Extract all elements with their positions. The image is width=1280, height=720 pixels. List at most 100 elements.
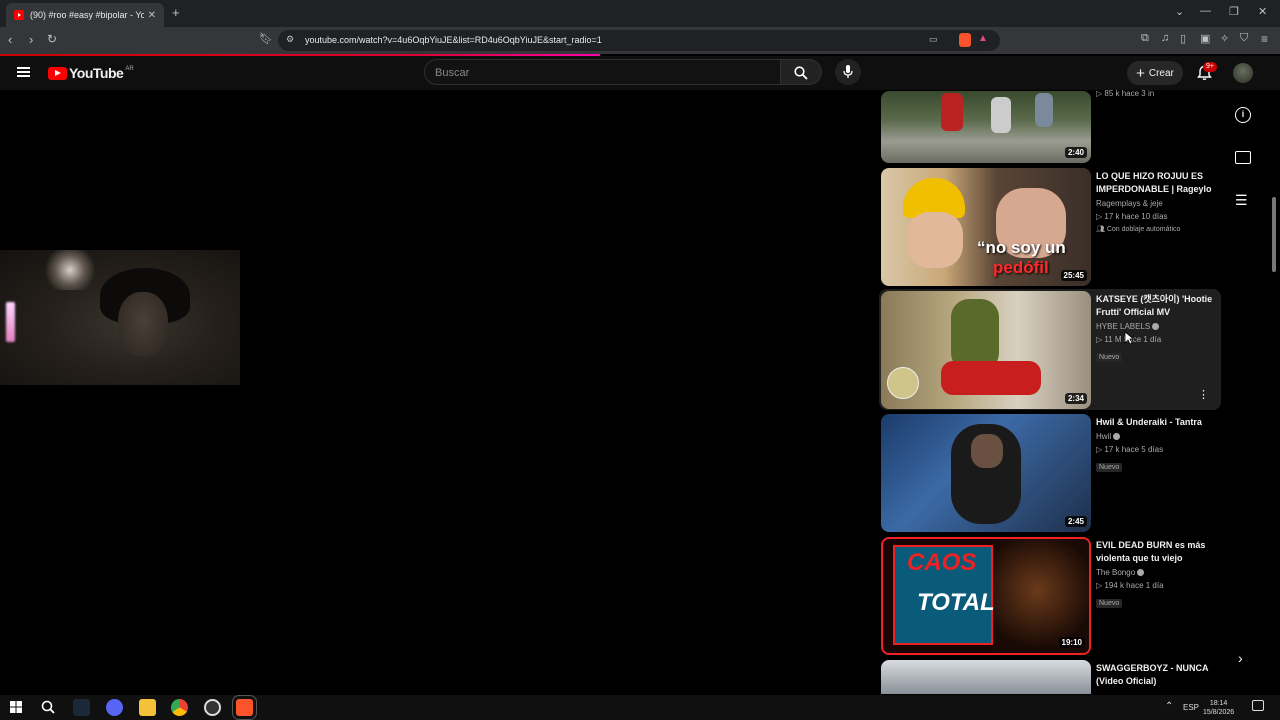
video-title[interactable]: KATSEYE (캣츠아이) 'Hootie Frutti' Official … xyxy=(1096,293,1218,319)
bookmark-icon[interactable]: 🔖︎ xyxy=(259,32,273,45)
close-window-icon[interactable]: ✕ xyxy=(1258,5,1267,18)
video-meta: ▷ 194 k hace 1 día xyxy=(1096,581,1164,590)
browser-tab[interactable]: (90) #roo #easy #bipolar - YouTu ✕ xyxy=(6,3,164,27)
list-item[interactable]: 2:34 KATSEYE (캣츠아이) 'Hootie Frutti' Offi… xyxy=(881,291,1221,409)
extensions-icon[interactable]: ⧉ xyxy=(1141,32,1149,45)
brave-rewards-icon[interactable]: ▲ xyxy=(978,33,988,44)
vpn-icon[interactable]: ⛉ xyxy=(1240,32,1248,45)
steam-icon[interactable] xyxy=(73,699,90,716)
thumbnail-text: “no soy un xyxy=(977,238,1066,257)
new-badge: Nuevo xyxy=(1096,463,1123,472)
chrome-icon[interactable] xyxy=(171,699,188,716)
youtube-favicon-icon xyxy=(14,10,24,20)
video-title[interactable]: EVIL DEAD BURN es más violenta que tu vi… xyxy=(1096,539,1218,565)
discord-icon[interactable] xyxy=(106,699,123,716)
windows-start-icon[interactable] xyxy=(10,701,22,713)
brave-browser-icon[interactable] xyxy=(232,695,257,720)
create-button[interactable]: + Crear xyxy=(1127,61,1183,85)
scrollbar[interactable] xyxy=(1272,197,1276,272)
thumbnail-text: pedófil xyxy=(993,258,1049,277)
video-duration: 19:10 xyxy=(1058,637,1085,648)
forward-icon[interactable]: › xyxy=(29,32,33,47)
tray-overflow-icon[interactable]: ⌃ xyxy=(1165,701,1173,712)
site-settings-icon[interactable]: ⚙ xyxy=(286,34,294,45)
sidebar-icon[interactable]: ▯ xyxy=(1180,32,1186,45)
more-actions-icon[interactable]: ⋮ xyxy=(1198,388,1209,401)
new-tab-icon[interactable]: + xyxy=(172,5,180,20)
video-title[interactable]: SWAGGERBOYZ - NUNCA (Video Oficial) xyxy=(1096,662,1218,688)
channel-name[interactable]: Hwil xyxy=(1096,432,1111,441)
notification-center-icon[interactable] xyxy=(1252,700,1264,711)
next-arrow-icon[interactable]: › xyxy=(1238,650,1243,666)
video-thumbnail[interactable]: “no soy un pedófil 25:45 xyxy=(881,168,1091,286)
channel-name[interactable]: The Bongo xyxy=(1096,568,1135,577)
channel-name[interactable]: HYBE LABELS xyxy=(1096,322,1150,331)
channel-name[interactable]: Ragemplays & jeje xyxy=(1096,197,1218,210)
account-avatar[interactable] xyxy=(1233,63,1253,83)
video-meta: ▷ 85 k hace 3 in xyxy=(1096,89,1155,98)
list-item[interactable]: SWAGGERBOYZ - NUNCA (Video Oficial) xyxy=(881,660,1221,694)
video-duration: 25:45 xyxy=(1060,270,1087,281)
wallet-icon[interactable]: ▣ xyxy=(1200,32,1210,45)
system-clock[interactable]: 18:14 15/8/2026 xyxy=(1203,699,1234,717)
video-duration: 2:34 xyxy=(1064,393,1087,404)
file-explorer-icon[interactable] xyxy=(139,699,156,716)
language-indicator[interactable]: ESP xyxy=(1183,703,1199,712)
video-thumbnail[interactable]: CAOS TOTAL 19:10 xyxy=(881,537,1091,655)
search-input[interactable]: Buscar xyxy=(424,59,781,85)
video-title[interactable]: LO QUE HIZO ROJUU ES IMPERDONABLE | Rage… xyxy=(1096,170,1218,196)
leo-ai-icon[interactable]: ✧ xyxy=(1220,32,1229,45)
thumbnail-text: TOTAL xyxy=(917,589,995,616)
list-item[interactable]: CAOS TOTAL 19:10 EVIL DEAD BURN es más v… xyxy=(881,537,1221,655)
windows-taskbar: ⌃ ESP 18:14 15/8/2026 xyxy=(0,695,1280,720)
webcam-overlay xyxy=(0,250,240,385)
video-thumbnail[interactable]: 2:34 xyxy=(881,291,1091,409)
browser-tab-strip: (90) #roo #easy #bipolar - YouTu ✕ + ⌄ —… xyxy=(0,0,1280,27)
search-placeholder: Buscar xyxy=(435,67,470,79)
youtube-wordmark: YouTube xyxy=(69,65,124,81)
search-icon xyxy=(794,66,808,80)
clock-time: 18:14 xyxy=(1209,700,1228,707)
new-badge: Nuevo xyxy=(1096,353,1123,362)
restore-icon[interactable]: ❐ xyxy=(1229,5,1239,18)
mouse-cursor-icon xyxy=(1124,331,1134,345)
browser-toolbar: ‹ › ↻ 🔖︎ ⚙ youtube.com/watch?v=4u6OqbYiu… xyxy=(0,27,1280,54)
media-icon[interactable]: ♫ xyxy=(1161,32,1169,44)
verified-icon xyxy=(1113,433,1121,441)
video-title[interactable]: Hwil & Underaiki - Tantra xyxy=(1096,416,1218,429)
video-duration: 2:45 xyxy=(1064,516,1087,527)
info-icon[interactable]: i xyxy=(1235,107,1251,123)
new-badge: Nuevo xyxy=(1096,599,1123,608)
guide-menu-icon[interactable] xyxy=(17,67,30,77)
menu-icon[interactable]: ≡ xyxy=(1261,32,1268,46)
search-button[interactable] xyxy=(781,59,822,85)
reload-icon[interactable]: ↻ xyxy=(47,32,57,46)
video-thumbnail[interactable]: 2:40 xyxy=(881,91,1091,163)
obs-icon[interactable] xyxy=(204,699,221,716)
tab-close-icon[interactable]: ✕ xyxy=(148,10,156,21)
back-icon[interactable]: ‹ xyxy=(8,32,12,47)
list-item[interactable]: 2:40 ▷ 85 k hace 3 in xyxy=(881,89,1221,163)
brave-shields-icon[interactable] xyxy=(959,33,971,47)
youtube-logo[interactable]: YouTube AR xyxy=(48,65,134,81)
voice-search-button[interactable] xyxy=(835,59,861,85)
cast-icon[interactable]: ▭ xyxy=(929,34,938,45)
verified-icon xyxy=(1152,323,1160,331)
verified-icon xyxy=(1137,569,1145,577)
tab-list-icon[interactable]: ⌄ xyxy=(1175,5,1184,18)
minimize-icon[interactable]: — xyxy=(1200,5,1211,17)
playlist-icon[interactable]: ☰ xyxy=(1235,192,1248,209)
address-bar[interactable]: ⚙ youtube.com/watch?v=4u6OqbYiuJE&list=R… xyxy=(278,30,1000,51)
video-thumbnail[interactable]: 2:45 xyxy=(881,414,1091,532)
plus-icon: + xyxy=(1136,64,1145,82)
microphone-icon xyxy=(843,65,853,78)
video-thumbnail[interactable] xyxy=(881,660,1091,694)
url-text: youtube.com/watch?v=4u6OqbYiuJE&list=RD4… xyxy=(305,35,602,45)
chat-icon[interactable] xyxy=(1235,151,1251,164)
tab-title: (90) #roo #easy #bipolar - YouTu xyxy=(30,10,144,20)
taskbar-search-icon[interactable] xyxy=(41,700,55,714)
cam-lamp xyxy=(40,250,100,290)
list-item[interactable]: 2:45 Hwil & Underaiki - Tantra Hwil ▷ 17… xyxy=(881,414,1221,532)
thumbnail-text: CAOS xyxy=(907,549,977,576)
list-item[interactable]: “no soy un pedófil 25:45 LO QUE HIZO ROJ… xyxy=(881,168,1221,286)
